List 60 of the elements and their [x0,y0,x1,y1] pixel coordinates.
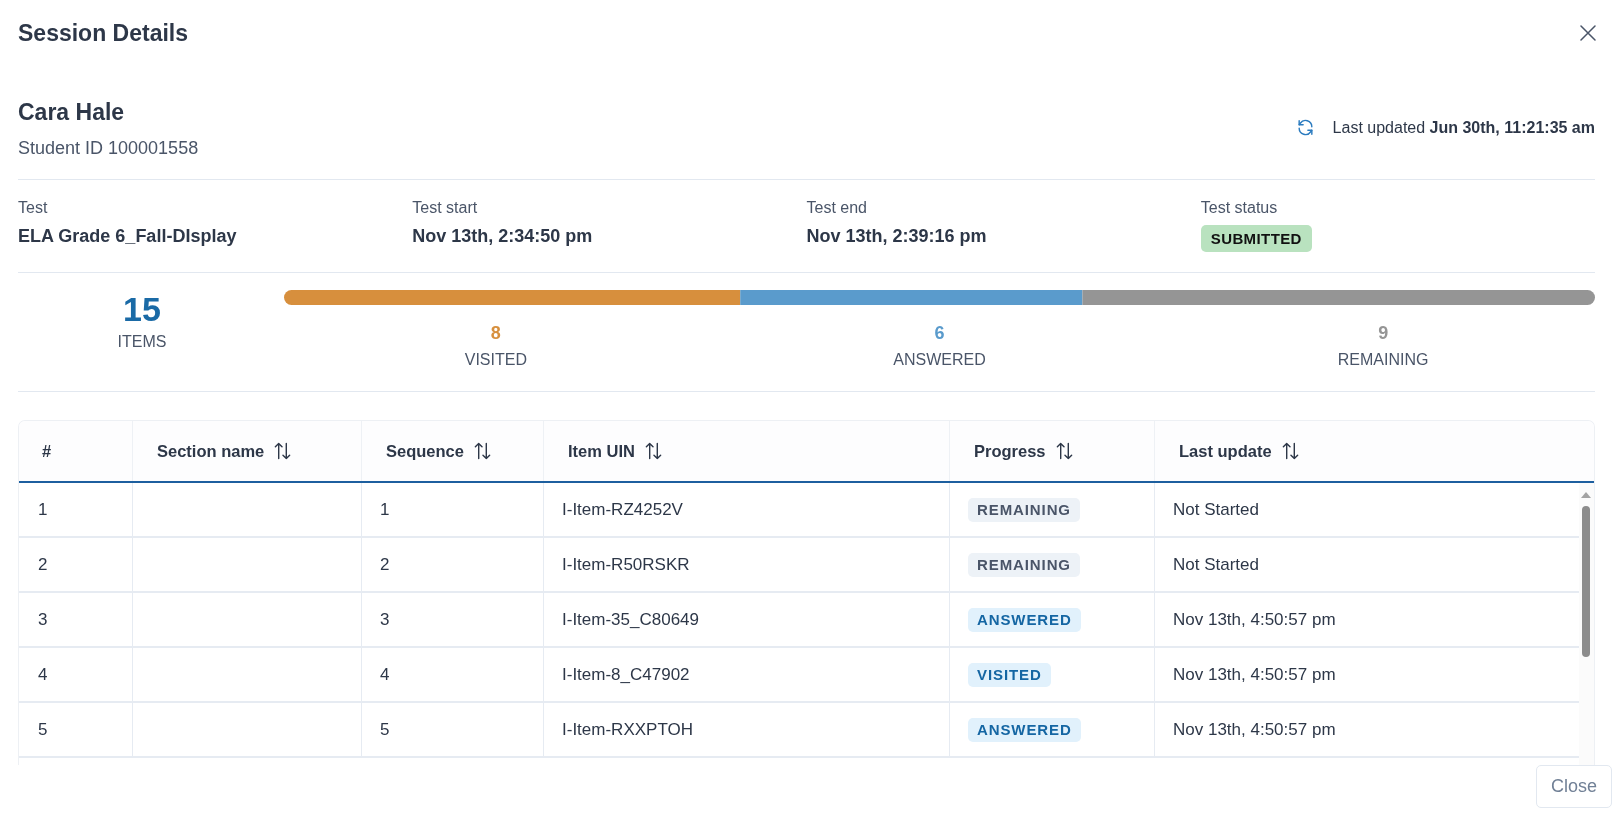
table-cell: Not Started [1173,499,1259,520]
field-value: Nov 13th, 2:39:16 pm [806,225,988,247]
column-header: Section name [157,441,265,461]
column-header: Last update [1179,441,1272,461]
table-cell: 3 [38,609,48,630]
close-button[interactable]: Close [1536,765,1612,808]
dialog-title: Session Details [18,19,189,47]
total-count: 15 [123,291,161,327]
table-cell: 2 [38,554,48,575]
column-header: # [42,441,52,461]
progress-badge: ANSWERED [968,717,1081,742]
table-cell: 2 [380,554,390,575]
table-cell: 4 [380,664,390,685]
student-id: Student ID 100001558 [18,137,199,159]
segment-count: 6 [934,322,945,344]
table-cell: 5 [38,719,48,740]
series-label: REMAINING [1337,350,1429,369]
field-label: Test status [1200,198,1279,217]
field-label: Test start [412,198,479,217]
segment-count: 8 [490,322,501,344]
field-label: Test [18,198,49,217]
field-label: Test end [806,198,868,217]
column-header: Sequence [386,441,464,461]
column-header: Progress [974,441,1046,461]
table-cell: 1 [38,499,48,520]
sort-icon[interactable] [1054,441,1074,461]
table-cell: Nov 13th, 4:50:57 pm [1173,719,1336,740]
last-updated-text: Last updated Jun 30th, 11:21:35 am [1332,117,1595,138]
refresh-icon[interactable] [1295,118,1315,137]
table-cell: I-Item-R50RSKR [562,554,690,575]
progress-badge: VISITED [968,662,1051,687]
table-cell: I-Item-35_C80649 [562,609,700,630]
table-cell: 3 [380,609,390,630]
sort-icon[interactable] [643,441,663,461]
column-header: Item UIN [568,441,635,461]
table-cell: Nov 13th, 4:50:57 pm [1173,664,1336,685]
field-value: ELA Grade 6_Fall-DIsplay [18,225,238,247]
table-cell: 4 [38,664,48,685]
close-icon[interactable] [1580,25,1596,41]
table-cell: I-Item-RZ4252V [562,499,683,520]
status-badge: SUBMITTED [1200,225,1312,252]
table-cell: Not Started [1173,554,1259,575]
table-cell: 1 [380,499,390,520]
progress-badge: ANSWERED [968,607,1081,632]
student-name: Cara Hale [18,98,126,126]
table-cell: I-Item-8_C47902 [562,664,690,685]
table-cell: 5 [380,719,390,740]
scrollbar-thumb[interactable] [1582,506,1590,657]
progress-badge: REMAINING [968,497,1080,522]
sort-icon[interactable] [273,441,293,461]
field-value: Nov 13th, 2:34:50 pm [412,225,594,247]
series-label: VISITED [464,350,527,369]
total-label: ITEMS [117,332,167,351]
table-cell: Nov 13th, 4:50:57 pm [1173,609,1336,630]
sort-icon[interactable] [472,441,492,461]
sort-icon[interactable] [1280,441,1300,461]
segment-count: 9 [1378,322,1389,344]
table-cell: I-Item-RXXPTOH [562,719,693,740]
series-label: ANSWERED [893,350,986,369]
progress-badge: REMAINING [968,552,1080,577]
